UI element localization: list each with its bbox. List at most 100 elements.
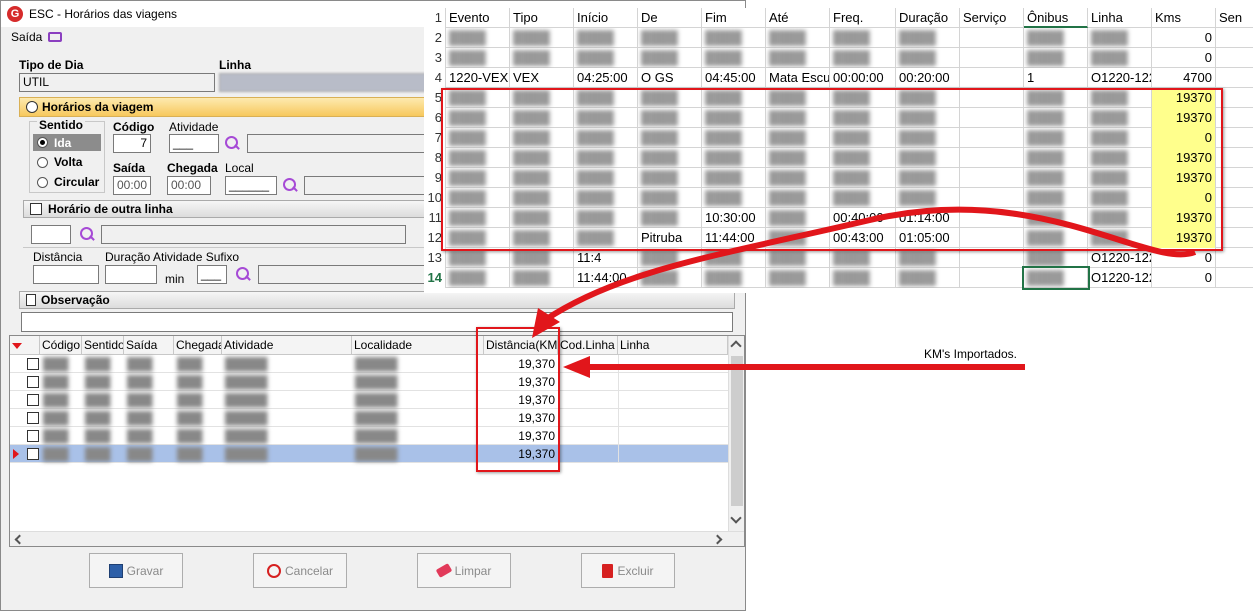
outra-linha-code-field[interactable] xyxy=(31,225,71,244)
spreadsheet-cell[interactable]: 11:4 xyxy=(574,248,638,268)
radio-ida[interactable]: Ida xyxy=(33,134,101,151)
blurred-cell[interactable]: ████ xyxy=(830,268,896,288)
row-checkbox-cell[interactable] xyxy=(24,355,40,373)
scroll-thumb[interactable] xyxy=(731,356,743,506)
local-search-icon[interactable] xyxy=(282,177,298,193)
monitor-icon[interactable] xyxy=(48,32,63,42)
radio-volta[interactable]: Volta xyxy=(37,155,82,169)
sufixo-search-icon[interactable] xyxy=(235,266,251,282)
gravar-button[interactable]: Gravar xyxy=(89,553,183,588)
limpar-button[interactable]: Limpar xyxy=(417,553,511,588)
atividade-field[interactable]: ___ xyxy=(169,134,219,153)
col-codigo[interactable]: Código xyxy=(40,336,82,355)
spreadsheet-cell[interactable]: 1220-VEX xyxy=(446,68,510,88)
spreadsheet-cell[interactable]: O1220-122 xyxy=(1088,68,1152,88)
blurred-cell[interactable]: ████ xyxy=(766,28,830,48)
blurred-cell[interactable]: ████ xyxy=(638,248,702,268)
blurred-cell[interactable]: ████ xyxy=(574,28,638,48)
blurred-cell[interactable]: ████ xyxy=(896,28,960,48)
spreadsheet-col-header[interactable]: Sen xyxy=(1216,8,1253,28)
row-checkbox[interactable] xyxy=(27,358,39,370)
row-checkbox-cell[interactable] xyxy=(24,427,40,445)
spreadsheet-cell[interactable]: O GS xyxy=(638,68,702,88)
blurred-cell[interactable]: ████ xyxy=(830,248,896,268)
kms-cell[interactable]: 0 xyxy=(1152,28,1216,48)
table-row[interactable]: ███ ███ ███ ███ █████ █████ 19,370 xyxy=(10,355,728,373)
spreadsheet-col-header[interactable]: Fim xyxy=(702,8,766,28)
spreadsheet-col-header[interactable]: Evento xyxy=(446,8,510,28)
blurred-cell[interactable]: ████ xyxy=(574,48,638,68)
blurred-cell[interactable]: ████ xyxy=(896,268,960,288)
blurred-cell[interactable]: ████ xyxy=(766,248,830,268)
radio-circular[interactable]: Circular xyxy=(37,175,99,189)
blurred-cell[interactable]: ████ xyxy=(1088,48,1152,68)
spreadsheet-col-header[interactable]: Serviço xyxy=(960,8,1024,28)
blurred-cell[interactable] xyxy=(1216,28,1253,48)
row-checkbox[interactable] xyxy=(27,448,39,460)
spreadsheet-cell[interactable]: 00:00:00 xyxy=(830,68,896,88)
spreadsheet-col-header[interactable]: Duração xyxy=(896,8,960,28)
blurred-cell[interactable] xyxy=(960,268,1024,288)
observacao-field[interactable] xyxy=(21,312,733,332)
table-row[interactable]: ███ ███ ███ ███ █████ █████ 19,370 xyxy=(10,445,728,463)
spreadsheet-col-header[interactable]: Início xyxy=(574,8,638,28)
distancia-field[interactable] xyxy=(33,265,99,284)
blurred-cell[interactable]: ████ xyxy=(830,28,896,48)
row-checkbox-cell[interactable] xyxy=(24,391,40,409)
spreadsheet-col-header[interactable]: De xyxy=(638,8,702,28)
blurred-cell[interactable]: ████ xyxy=(766,268,830,288)
kms-cell[interactable]: 0 xyxy=(1152,48,1216,68)
row-checkbox-cell[interactable] xyxy=(24,445,40,463)
chegada-field[interactable]: 00:00 xyxy=(167,176,211,195)
spreadsheet-cell[interactable]: Mata Escu xyxy=(766,68,830,88)
blurred-cell[interactable]: ████ xyxy=(1024,28,1088,48)
col-saida[interactable]: Saída xyxy=(124,336,174,355)
spreadsheet-col-header[interactable]: Até xyxy=(766,8,830,28)
local-field[interactable]: ______ xyxy=(225,176,277,195)
excluir-button[interactable]: Excluir xyxy=(581,553,675,588)
table-row[interactable]: ███ ███ ███ ███ █████ █████ 19,370 xyxy=(10,373,728,391)
kms-cell[interactable]: 0 xyxy=(1152,248,1216,268)
blurred-cell[interactable]: ████ xyxy=(446,28,510,48)
col-linha[interactable]: Linha xyxy=(618,336,728,355)
spreadsheet-col-header[interactable]: Freq. xyxy=(830,8,896,28)
blurred-cell[interactable]: ████ xyxy=(510,268,574,288)
blurred-cell[interactable]: ████ xyxy=(638,48,702,68)
outra-linha-search-icon[interactable] xyxy=(79,226,95,242)
blurred-cell[interactable]: ████ xyxy=(1024,48,1088,68)
blurred-cell[interactable]: ████ xyxy=(510,248,574,268)
blurred-cell[interactable]: ████ xyxy=(510,48,574,68)
row-checkbox[interactable] xyxy=(27,394,39,406)
spreadsheet-cell[interactable]: VEX xyxy=(510,68,574,88)
grid-hscrollbar[interactable] xyxy=(10,531,744,546)
tipo-dia-field[interactable]: UTIL xyxy=(19,73,215,92)
col-atividade[interactable]: Atividade xyxy=(222,336,352,355)
blurred-cell[interactable]: ████ xyxy=(1088,28,1152,48)
spreadsheet-cell[interactable]: O1220-122 xyxy=(1088,268,1152,288)
linha-field[interactable] xyxy=(219,73,429,92)
blurred-cell[interactable] xyxy=(1216,68,1253,88)
scroll-down-icon[interactable] xyxy=(730,512,742,524)
sufixo-field[interactable]: ___ xyxy=(197,265,227,284)
blurred-cell[interactable]: ████ xyxy=(638,268,702,288)
menu-saida[interactable]: Saída xyxy=(11,30,42,44)
table-row[interactable]: ███ ███ ███ ███ █████ █████ 19,370 xyxy=(10,409,728,427)
spreadsheet-cell[interactable]: O1220-122 xyxy=(1088,248,1152,268)
blurred-cell[interactable]: ████ xyxy=(896,48,960,68)
spreadsheet-cell[interactable]: 11:44:00 xyxy=(574,268,638,288)
blurred-cell[interactable]: ████ xyxy=(446,48,510,68)
outra-linha-checkbox[interactable] xyxy=(30,203,42,215)
codigo-field[interactable]: 7 xyxy=(113,134,151,153)
blurred-cell[interactable]: ████ xyxy=(702,248,766,268)
col-localidade[interactable]: Localidade xyxy=(352,336,484,355)
scroll-up-icon[interactable] xyxy=(730,340,742,352)
spreadsheet-cell[interactable]: 00:20:00 xyxy=(896,68,960,88)
blurred-cell[interactable]: ████ xyxy=(1022,266,1090,290)
kms-cell[interactable]: 0 xyxy=(1152,268,1216,288)
row-checkbox[interactable] xyxy=(27,376,39,388)
blurred-cell[interactable]: ████ xyxy=(766,48,830,68)
row-checkbox[interactable] xyxy=(27,412,39,424)
table-row[interactable]: ███ ███ ███ ███ █████ █████ 19,370 xyxy=(10,391,728,409)
kms-cell[interactable]: 4700 xyxy=(1152,68,1216,88)
col-chegada[interactable]: Chegada xyxy=(174,336,222,355)
